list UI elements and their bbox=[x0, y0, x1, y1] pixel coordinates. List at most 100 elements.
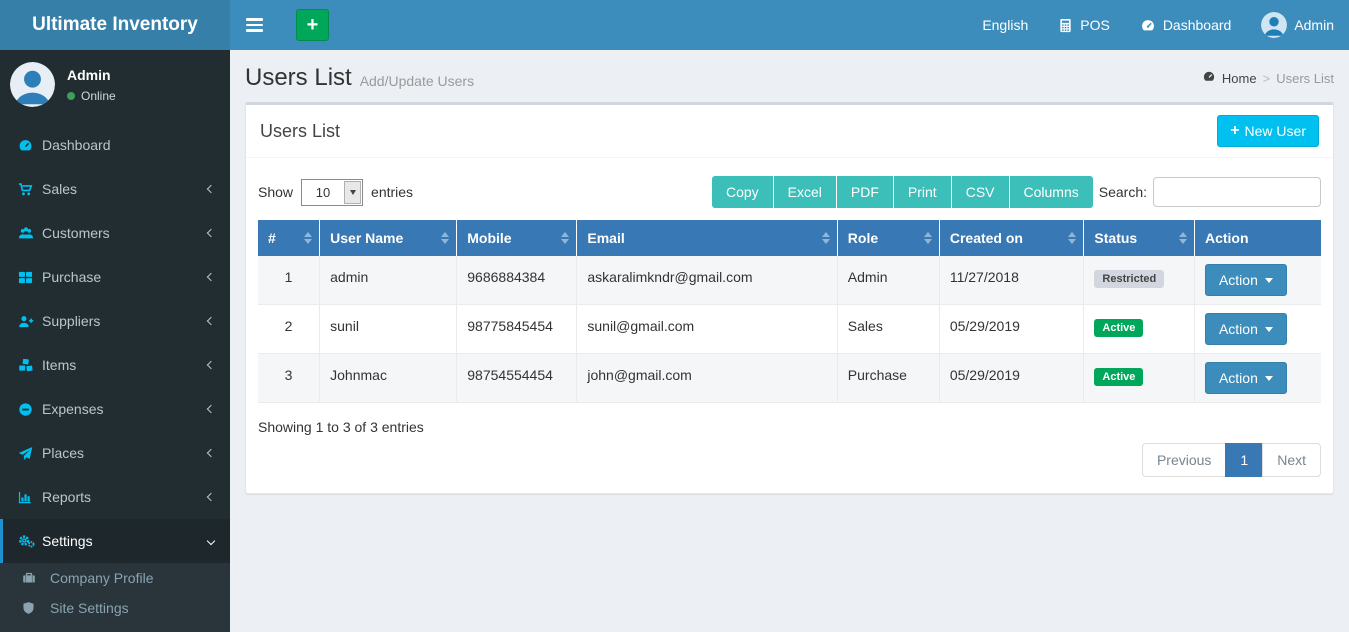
navbar: + English POS Dashboard Adm bbox=[230, 0, 1349, 50]
caret-down-icon bbox=[1265, 278, 1273, 283]
nav-pos-label: POS bbox=[1080, 17, 1110, 33]
csv-button[interactable]: CSV bbox=[952, 176, 1010, 208]
columns-button[interactable]: Columns bbox=[1010, 176, 1093, 208]
sidebar-item-site-settings[interactable]: Site Settings bbox=[0, 593, 230, 623]
cell-email: askaralimkndr@gmail.com bbox=[577, 256, 837, 305]
column-header-created[interactable]: Created on bbox=[939, 220, 1084, 256]
nav-language[interactable]: English bbox=[967, 0, 1043, 50]
cell-mobile: 98754554454 bbox=[457, 354, 577, 403]
copy-button[interactable]: Copy bbox=[712, 176, 774, 208]
column-header-email[interactable]: Email bbox=[577, 220, 837, 256]
sidebar-user-name: Admin bbox=[67, 67, 116, 83]
sidebar-toggle-button[interactable] bbox=[246, 0, 286, 50]
column-header-username[interactable]: User Name bbox=[320, 220, 457, 256]
page-subtitle: Add/Update Users bbox=[360, 67, 474, 89]
grid-icon bbox=[18, 270, 42, 285]
pagination-next-button[interactable]: Next bbox=[1262, 443, 1321, 477]
sidebar-item-suppliers[interactable]: Suppliers bbox=[0, 299, 230, 343]
sidebar-item-settings[interactable]: Settings bbox=[0, 519, 230, 563]
page-length-select[interactable]: 10 bbox=[301, 179, 363, 206]
brand-logo[interactable]: Ultimate Inventory bbox=[0, 0, 230, 50]
cell-mobile: 98775845454 bbox=[457, 305, 577, 354]
search-group: Search: bbox=[1099, 177, 1321, 207]
calculator-icon bbox=[1058, 18, 1073, 33]
nav-pos[interactable]: POS bbox=[1043, 0, 1125, 50]
caret-down-icon bbox=[1265, 327, 1273, 332]
status-badge: Active bbox=[1094, 368, 1143, 386]
action-dropdown-button[interactable]: Action bbox=[1205, 362, 1287, 394]
panel-body: Show 10 entries Copy Excel PDF bbox=[246, 158, 1333, 493]
sidebar-user-panel: Admin Online bbox=[0, 50, 230, 119]
column-header-status[interactable]: Status bbox=[1084, 220, 1195, 256]
sidebar-user-status: Online bbox=[67, 89, 116, 103]
chevron-left-icon bbox=[207, 273, 215, 281]
breadcrumb-home-link[interactable]: Home bbox=[1222, 71, 1257, 86]
avatar bbox=[10, 62, 55, 107]
search-input[interactable] bbox=[1153, 177, 1321, 207]
table-row: 1 admin 9686884384 askaralimkndr@gmail.c… bbox=[258, 256, 1321, 305]
print-button[interactable]: Print bbox=[894, 176, 952, 208]
paper-plane-icon bbox=[18, 446, 42, 461]
cell-num: 1 bbox=[258, 256, 320, 305]
cell-role: Sales bbox=[837, 305, 939, 354]
pagination: Previous 1 Next bbox=[258, 443, 1321, 477]
column-header-role[interactable]: Role bbox=[837, 220, 939, 256]
sidebar-item-customers[interactable]: Customers bbox=[0, 211, 230, 255]
column-header-mobile[interactable]: Mobile bbox=[457, 220, 577, 256]
sidebar-menu: Dashboard Sales Customers Pur bbox=[0, 123, 230, 632]
column-header-num[interactable]: # bbox=[258, 220, 320, 256]
page-length-group: Show 10 entries bbox=[258, 179, 413, 206]
sidebar-item-places[interactable]: Places bbox=[0, 431, 230, 475]
sidebar: Admin Online Dashboard Sales bbox=[0, 50, 230, 632]
sidebar-item-tax-list[interactable]: Tax List bbox=[0, 623, 230, 632]
breadcrumb: Home > Users List bbox=[1202, 70, 1334, 86]
cell-role: Admin bbox=[837, 256, 939, 305]
cart-icon bbox=[18, 182, 42, 197]
cell-mobile: 9686884384 bbox=[457, 256, 577, 305]
cell-created: 11/27/2018 bbox=[939, 256, 1084, 305]
cell-status: Active bbox=[1084, 305, 1195, 354]
users-table: # User Name Mobile Email Role Created on… bbox=[258, 220, 1321, 403]
briefcase-icon bbox=[22, 571, 40, 585]
chevron-left-icon bbox=[207, 493, 215, 501]
sidebar-item-items[interactable]: Items bbox=[0, 343, 230, 387]
nav-user-menu[interactable]: Admin bbox=[1246, 0, 1349, 50]
chevron-left-icon bbox=[207, 405, 215, 413]
plus-icon: + bbox=[1230, 125, 1239, 137]
users-icon bbox=[18, 226, 42, 241]
pdf-button[interactable]: PDF bbox=[837, 176, 894, 208]
cell-created: 05/29/2019 bbox=[939, 305, 1084, 354]
chevron-left-icon bbox=[207, 449, 215, 457]
sidebar-item-expenses[interactable]: Expenses bbox=[0, 387, 230, 431]
sidebar-item-sales[interactable]: Sales bbox=[0, 167, 230, 211]
quick-add-button[interactable]: + bbox=[296, 9, 329, 41]
new-user-button[interactable]: + New User bbox=[1217, 115, 1319, 147]
pagination-previous-button[interactable]: Previous bbox=[1142, 443, 1226, 477]
bar-chart-icon bbox=[18, 490, 42, 505]
topbar: Ultimate Inventory + English POS Dashboa… bbox=[0, 0, 1349, 50]
nav-dashboard-label: Dashboard bbox=[1163, 17, 1232, 33]
action-dropdown-button[interactable]: Action bbox=[1205, 313, 1287, 345]
page-title: Users List bbox=[245, 64, 352, 92]
table-controls: Show 10 entries Copy Excel PDF bbox=[258, 176, 1321, 208]
sidebar-item-reports[interactable]: Reports bbox=[0, 475, 230, 519]
gauge-icon bbox=[1140, 18, 1156, 33]
excel-button[interactable]: Excel bbox=[774, 176, 837, 208]
search-label: Search: bbox=[1099, 184, 1147, 200]
sort-icon bbox=[304, 232, 312, 244]
sidebar-item-company-profile[interactable]: Company Profile bbox=[0, 563, 230, 593]
gears-icon bbox=[18, 533, 42, 549]
cell-status: Restricted bbox=[1084, 256, 1195, 305]
sort-icon bbox=[441, 232, 449, 244]
table-info: Showing 1 to 3 of 3 entries bbox=[258, 419, 1321, 435]
export-button-group: Copy Excel PDF Print CSV Columns bbox=[712, 176, 1093, 208]
sidebar-item-purchase[interactable]: Purchase bbox=[0, 255, 230, 299]
caret-down-icon bbox=[1265, 376, 1273, 381]
nav-dashboard[interactable]: Dashboard bbox=[1125, 0, 1247, 50]
sort-icon bbox=[822, 232, 830, 244]
cell-status: Active bbox=[1084, 354, 1195, 403]
chevron-down-icon bbox=[344, 181, 361, 204]
action-dropdown-button[interactable]: Action bbox=[1205, 264, 1287, 296]
sidebar-item-dashboard[interactable]: Dashboard bbox=[0, 123, 230, 167]
pagination-page-1-button[interactable]: 1 bbox=[1225, 443, 1263, 477]
